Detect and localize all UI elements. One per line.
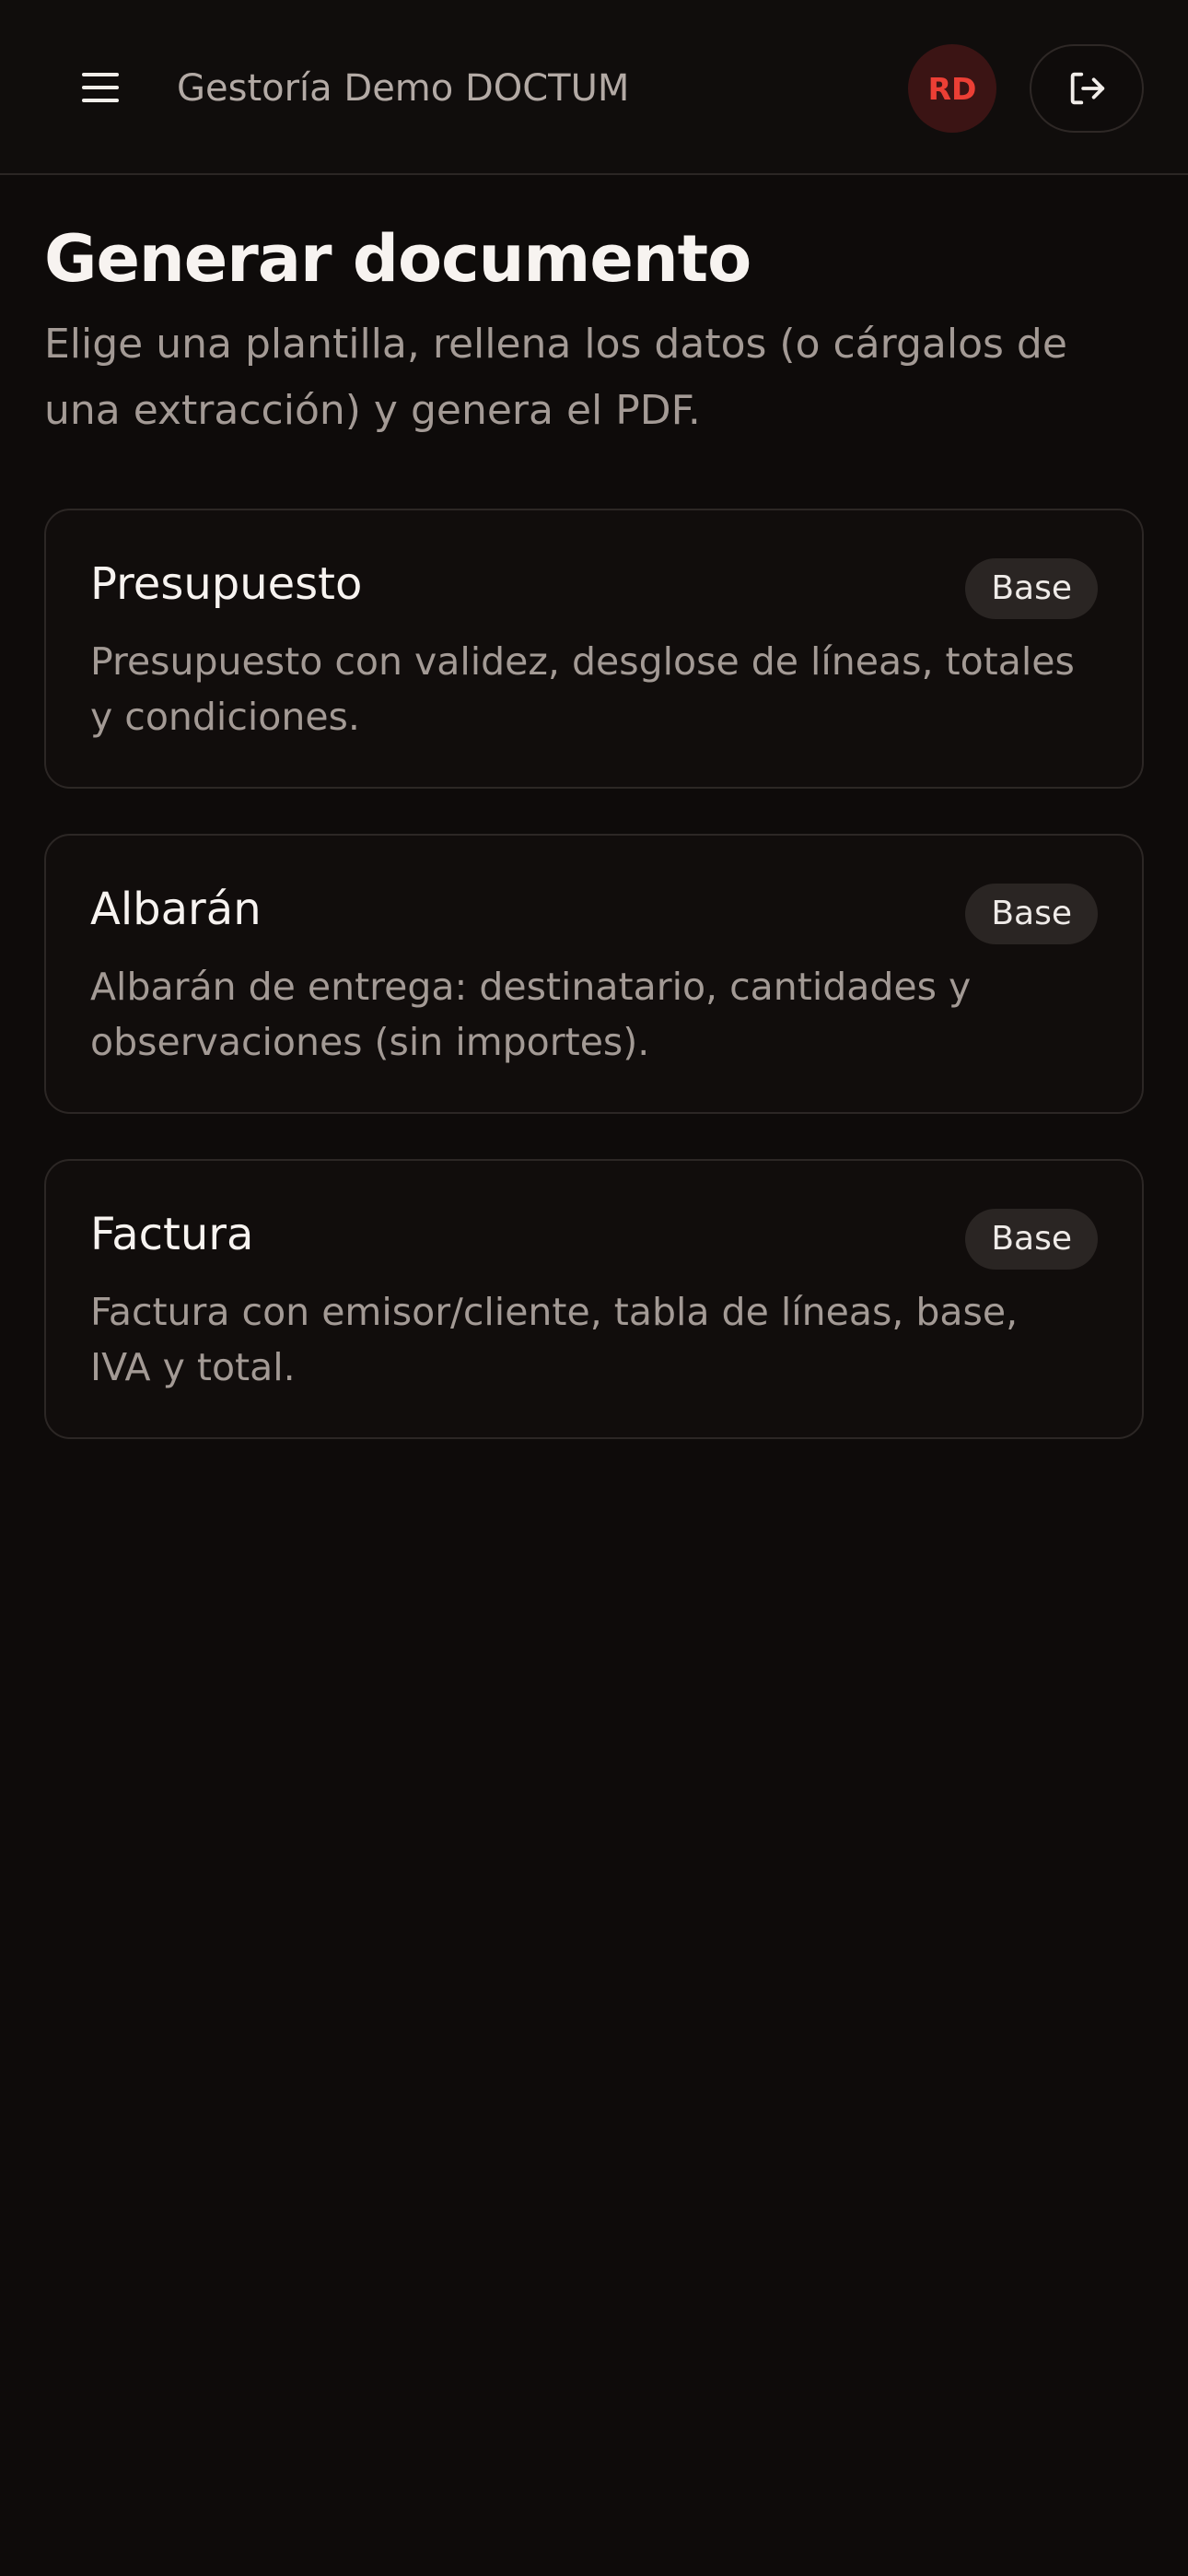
template-badge: Base (965, 1209, 1098, 1270)
template-card-albaran[interactable]: Albarán Base Albarán de entrega: destina… (44, 834, 1144, 1114)
template-card-description: Presupuesto con validez, desglose de lín… (90, 639, 1075, 739)
template-card-title: Factura (90, 1209, 254, 1260)
page-subtitle: Elige una plantilla, rellena los datos (… (44, 321, 1067, 434)
page-title: Generar documento (44, 221, 751, 297)
logout-button[interactable] (1030, 44, 1144, 133)
avatar[interactable]: RD (908, 44, 996, 133)
template-card-factura[interactable]: Factura Base Factura con emisor/cliente,… (44, 1159, 1144, 1439)
organization-name: Gestoría Demo DOCTUM (177, 67, 630, 110)
template-card-title: Presupuesto (90, 558, 363, 610)
top-bar: Gestoría Demo DOCTUM RD (0, 0, 1188, 175)
template-card-title: Albarán (90, 884, 262, 935)
template-card-presupuesto[interactable]: Presupuesto Base Presupuesto con validez… (44, 509, 1144, 789)
template-card-description: Factura con emisor/cliente, tabla de lín… (90, 1290, 1019, 1389)
template-badge: Base (965, 558, 1098, 619)
template-card-description: Albarán de entrega: destinatario, cantid… (90, 965, 972, 1064)
logout-icon (1070, 72, 1105, 105)
menu-button[interactable] (59, 51, 142, 124)
template-badge: Base (965, 884, 1098, 944)
hamburger-menu-icon (82, 73, 119, 102)
